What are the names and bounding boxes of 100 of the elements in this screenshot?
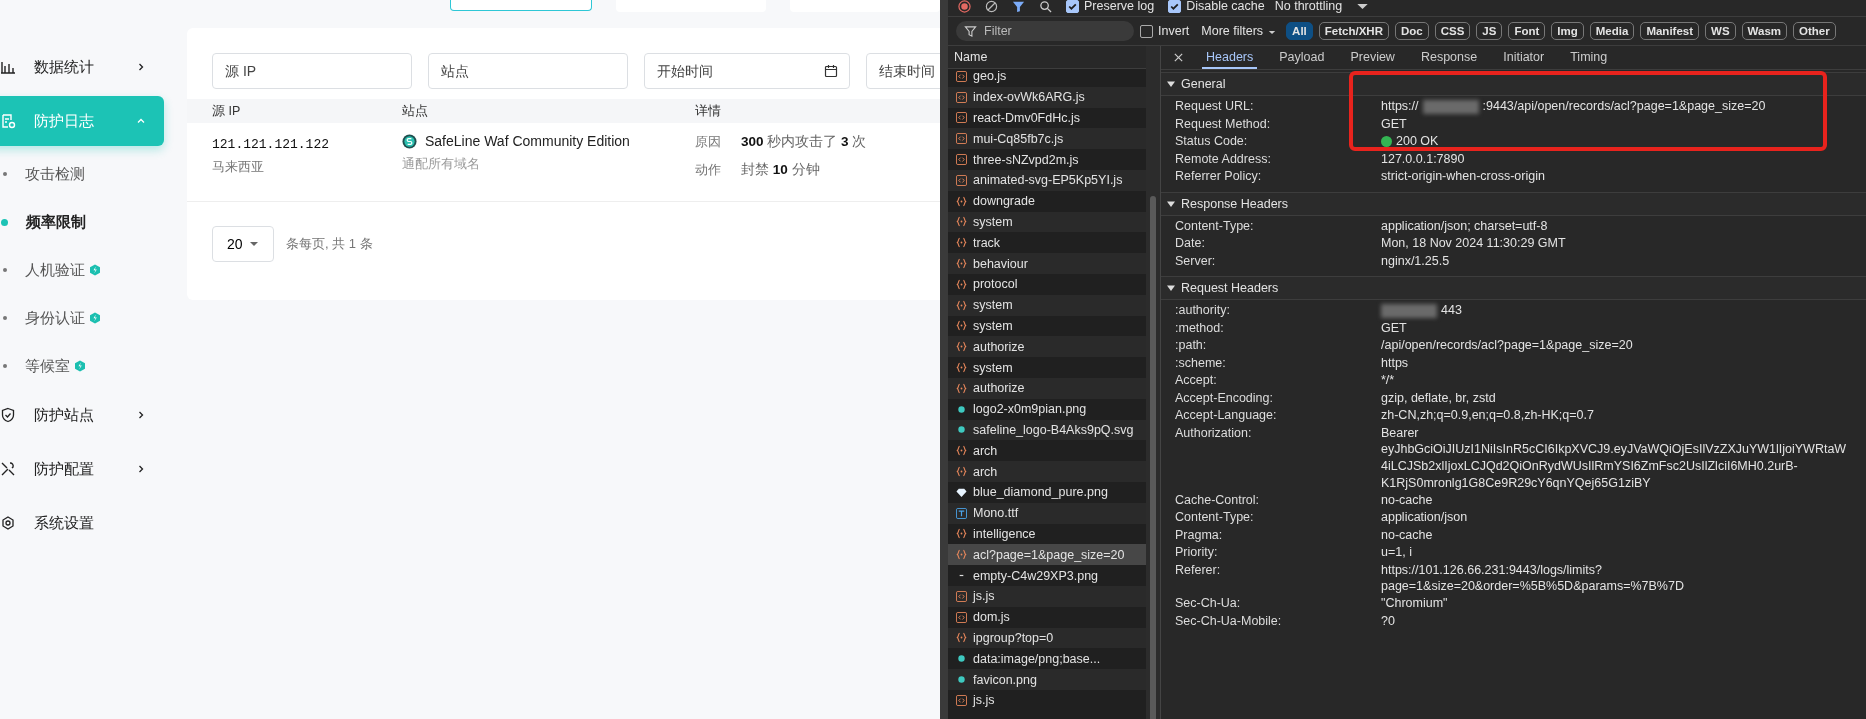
request-row[interactable]: downgrade bbox=[948, 190, 1146, 212]
request-row[interactable]: mui-Cq85fb7c.js bbox=[948, 128, 1146, 150]
panel-tab[interactable]: Payload bbox=[1275, 46, 1329, 69]
request-row[interactable]: system bbox=[948, 294, 1146, 316]
section-header[interactable]: Response Headers bbox=[1161, 191, 1866, 216]
submenu-item[interactable]: 人机验证 bbox=[0, 246, 164, 294]
request-row[interactable]: arch bbox=[948, 440, 1146, 462]
filter-chip[interactable]: Img bbox=[1551, 22, 1584, 40]
header-value: https bbox=[1381, 354, 1409, 372]
date-field[interactable]: 开始时间 bbox=[644, 53, 850, 89]
filter-chip[interactable]: JS bbox=[1476, 22, 1503, 40]
filter-field[interactable]: Filter bbox=[956, 21, 1134, 41]
more-filters-dropdown[interactable]: More filters bbox=[1201, 24, 1277, 38]
request-row[interactable]: behaviour bbox=[948, 253, 1146, 274]
request-row[interactable]: track bbox=[948, 232, 1146, 254]
filter-icon[interactable] bbox=[1012, 0, 1025, 13]
checkbox[interactable]: Preserve log bbox=[1066, 0, 1155, 13]
page-size-select[interactable]: 20 bbox=[212, 226, 274, 262]
site-domain: 通配所有域名 bbox=[402, 155, 481, 173]
request-row[interactable]: intelligence bbox=[948, 523, 1146, 545]
expand-triangle-icon bbox=[1167, 284, 1175, 292]
request-row[interactable]: ipgroup?top=0 bbox=[948, 627, 1146, 649]
request-row[interactable]: animated-svg-EP5Kp5YI.js bbox=[948, 170, 1146, 191]
header-value: K1RjS0mronlg1G8Ce9R29cY6qnYQej65G1ziBY bbox=[1381, 474, 1652, 492]
request-row[interactable]: js.js bbox=[948, 585, 1146, 607]
filter-chip[interactable]: Manifest bbox=[1640, 22, 1700, 40]
filter-chip[interactable]: Font bbox=[1508, 22, 1546, 40]
section-header[interactable]: Request Headers bbox=[1161, 276, 1866, 300]
request-row[interactable]: three-sNZvpd2m.js bbox=[948, 149, 1146, 170]
header-name: Content-Type: bbox=[1174, 509, 1255, 527]
panel-tab[interactable]: Response bbox=[1416, 46, 1482, 69]
request-row[interactable]: system bbox=[948, 357, 1146, 378]
request-row[interactable]: system bbox=[948, 315, 1146, 337]
header-value: gzip, deflate, br, zstd bbox=[1381, 389, 1496, 407]
status-dot-icon bbox=[1381, 136, 1392, 148]
panel-tab[interactable]: Headers bbox=[1202, 46, 1258, 69]
throttling-select[interactable]: No throttling bbox=[1274, 0, 1343, 13]
request-row[interactable]: empty-C4w29XP3.png bbox=[948, 565, 1146, 586]
submenu-item[interactable]: 攻击检测 bbox=[0, 150, 164, 198]
checkbox[interactable]: Disable cache bbox=[1168, 0, 1265, 13]
input-field[interactable]: 结束时间 bbox=[866, 53, 940, 89]
request-row[interactable]: geo.js bbox=[948, 66, 1146, 87]
filter-chip[interactable]: Other bbox=[1793, 22, 1836, 40]
close-icon[interactable] bbox=[1173, 52, 1184, 63]
request-row[interactable]: dom.js bbox=[948, 606, 1146, 628]
pro-badge-icon bbox=[89, 312, 101, 324]
column-header: 站点 bbox=[402, 102, 429, 120]
panel-tab[interactable]: Initiator bbox=[1499, 46, 1549, 69]
filter-chip[interactable]: WS bbox=[1705, 22, 1736, 40]
submenu-item[interactable]: 等候室 bbox=[0, 342, 164, 390]
braces-icon bbox=[956, 278, 967, 290]
request-row[interactable]: js.js bbox=[948, 689, 1146, 711]
submenu-item[interactable]: 身份认证 bbox=[0, 294, 164, 342]
header-value: 200 OK bbox=[1396, 133, 1439, 150]
filter-chip[interactable]: Doc bbox=[1394, 22, 1429, 40]
request-row[interactable]: blue_diamond_pure.png bbox=[948, 481, 1146, 503]
scrollbar-thumb[interactable] bbox=[1150, 196, 1156, 719]
braces-icon bbox=[956, 237, 967, 249]
request-row[interactable]: acl?page=1&page_size=20 bbox=[948, 544, 1146, 566]
record-icon[interactable] bbox=[958, 0, 971, 13]
clear-icon[interactable] bbox=[985, 0, 998, 13]
filter-chip[interactable]: CSS bbox=[1434, 22, 1471, 40]
request-row[interactable]: protocol bbox=[948, 273, 1146, 295]
header-name: :path: bbox=[1174, 337, 1208, 354]
sidebar-item[interactable]: 防护配置 bbox=[0, 444, 164, 494]
request-row[interactable]: system bbox=[948, 211, 1146, 233]
request-row[interactable]: authorize bbox=[948, 377, 1146, 399]
panel-tab[interactable]: Preview bbox=[1346, 46, 1399, 69]
sidebar-item[interactable]: 防护站点 bbox=[0, 390, 164, 440]
search-icon[interactable] bbox=[1039, 0, 1052, 13]
request-row[interactable]: logo2-x0m9pian.png bbox=[948, 398, 1146, 420]
header-name: Pragma: bbox=[1174, 526, 1224, 544]
request-row[interactable]: index-ovWk6ARG.js bbox=[948, 86, 1146, 108]
request-row[interactable]: data:image/png;base... bbox=[948, 648, 1146, 670]
panel-tab[interactable]: Timing bbox=[1566, 46, 1612, 69]
filter-chip[interactable]: Wasm bbox=[1741, 22, 1787, 40]
submenu-item[interactable]: 频率限制 bbox=[0, 198, 164, 246]
input-field[interactable]: 站点 bbox=[428, 53, 628, 89]
chevron-icon bbox=[136, 62, 146, 72]
request-row[interactable]: favicon.png bbox=[948, 669, 1146, 690]
code-file-icon bbox=[956, 91, 967, 103]
code-file-icon bbox=[956, 611, 967, 623]
filter-chip[interactable]: Fetch/XHR bbox=[1318, 22, 1389, 40]
request-row[interactable]: authorize bbox=[948, 336, 1146, 358]
header-value: no-cache bbox=[1381, 491, 1433, 509]
checkbox[interactable]: Invert bbox=[1140, 24, 1190, 38]
filter-chip[interactable]: Media bbox=[1589, 22, 1635, 40]
header-value: 443 bbox=[1441, 302, 1462, 319]
request-row[interactable]: Mono.ttf bbox=[948, 502, 1146, 524]
request-row[interactable]: arch bbox=[948, 461, 1146, 482]
sidebar-item[interactable]: 系统设置 bbox=[0, 498, 164, 548]
input-field[interactable]: 源 IP bbox=[212, 53, 412, 89]
sidebar-item[interactable]: 数据统计 bbox=[0, 42, 164, 92]
request-row[interactable]: safeline_logo-B4Aks9pQ.svg bbox=[948, 419, 1146, 441]
braces-icon bbox=[956, 549, 967, 561]
header-name: Server: bbox=[1174, 252, 1217, 270]
braces-icon bbox=[956, 195, 967, 207]
request-row[interactable]: react-Dmv0FdHc.js bbox=[948, 107, 1146, 129]
filter-chip[interactable]: All bbox=[1286, 22, 1313, 40]
braces-icon bbox=[956, 382, 967, 394]
